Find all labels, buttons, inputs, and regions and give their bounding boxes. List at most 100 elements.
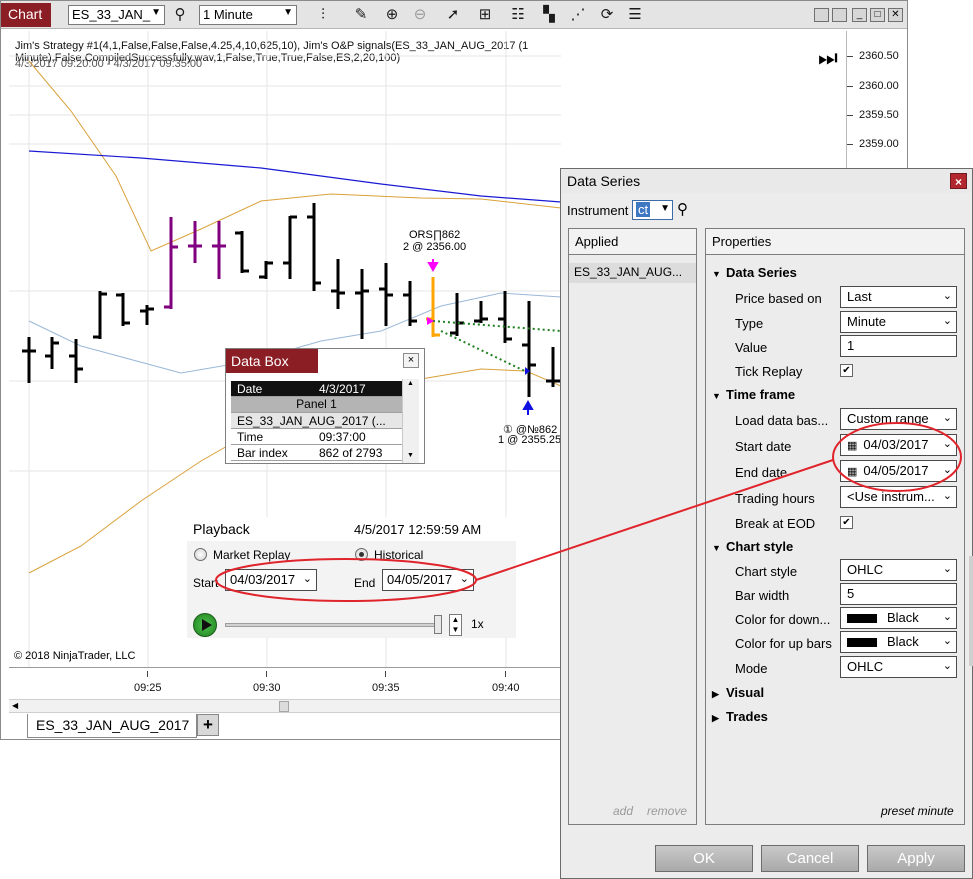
end-date-picker[interactable]: ▦ 04/05/2017 ⌄ <box>840 460 957 482</box>
minimize-icon[interactable]: _ <box>852 8 867 22</box>
section-chart-style[interactable]: ▼ Chart style <box>712 539 793 554</box>
chevron-down-icon: ▼ <box>660 203 670 214</box>
long-average-line <box>28 150 561 203</box>
chevron-down-icon: ⌄ <box>942 290 952 302</box>
expanded-icon: ▼ <box>712 391 721 401</box>
spin-up-icon[interactable]: ▲ <box>450 615 461 625</box>
chevron-down-icon: ⌄ <box>942 315 952 327</box>
select-value: 04/05/2017 <box>863 463 929 478</box>
section-visual[interactable]: ▶ Visual <box>712 685 764 700</box>
skip-to-end-icon[interactable]: ⏭ <box>818 45 838 71</box>
chart-style-select[interactable]: OHLC ⌄ <box>840 559 957 581</box>
playback-end-date[interactable]: 04/05/2017 ⌄ <box>382 569 474 591</box>
price-tick <box>847 86 853 87</box>
applied-panel: Applied ES_33_JAN_AUG... add remove <box>568 228 697 825</box>
time-tick <box>266 671 267 677</box>
applied-item[interactable]: ES_33_JAN_AUG... <box>569 263 696 283</box>
mode-select[interactable]: OHLC ⌄ <box>840 656 957 678</box>
section-time-frame[interactable]: ▼ Time frame <box>712 387 795 402</box>
tick-replay-checkbox[interactable]: ✔ <box>840 364 853 377</box>
type-select[interactable]: Minute ⌄ <box>840 311 957 333</box>
dialog-titlebar[interactable]: Data Series <box>561 169 972 193</box>
select-value: OHLC <box>847 562 884 577</box>
color-up-select[interactable]: Black ⌄ <box>840 631 957 653</box>
short-entry-arrow <box>427 259 439 273</box>
scrollbar-thumb[interactable] <box>279 701 289 712</box>
ok-button[interactable]: OK <box>655 845 753 872</box>
maximize-icon[interactable]: □ <box>870 8 885 22</box>
apply-button[interactable]: Apply <box>867 845 965 872</box>
preset-link[interactable]: preset minute <box>881 804 954 818</box>
remove-link[interactable]: remove <box>647 804 687 818</box>
ohlc-bar <box>403 281 417 326</box>
scroll-left-icon[interactable]: ◀ <box>12 701 18 710</box>
tile-icon[interactable] <box>814 8 829 22</box>
chevron-down-icon: ⌄ <box>942 611 952 623</box>
ors-signal-label: ORS∏862 <box>409 229 461 241</box>
market-replay-radio[interactable] <box>194 548 207 561</box>
close-icon[interactable]: × <box>403 353 419 368</box>
start-date-picker[interactable]: ▦ 04/03/2017 ⌄ <box>840 434 957 456</box>
prop-label-value: Value <box>735 340 768 355</box>
data-box-scrollbar[interactable]: ▲ ▼ <box>402 379 419 463</box>
prop-label-break-eod: Break at EOD <box>735 516 816 531</box>
properties-header: Properties <box>706 229 964 255</box>
instrument-input[interactable]: ct ▼ <box>632 200 673 220</box>
prop-label-tick-replay: Tick Replay <box>735 364 803 379</box>
add-link[interactable]: add <box>613 804 633 818</box>
time-label: 09:25 <box>134 682 162 694</box>
section-trades[interactable]: ▶ Trades <box>712 709 768 724</box>
properties-icon[interactable]: ☰ <box>624 5 646 25</box>
row-value: 09:37:00 <box>319 430 366 444</box>
section-data-series[interactable]: ▼ Data Series <box>712 265 797 280</box>
instrument-input-value: ct <box>636 202 651 217</box>
data-box-row: ES_33_JAN_AUG_2017 (... <box>231 413 402 429</box>
ohlc-bar <box>235 231 249 273</box>
tile-icon[interactable] <box>832 8 847 22</box>
color-down-select[interactable]: Black ⌄ <box>840 607 957 629</box>
expanded-icon: ▼ <box>712 543 721 553</box>
add-tab-button[interactable]: + <box>197 714 219 736</box>
close-icon[interactable]: ✕ <box>888 8 903 22</box>
playback-speed-thumb[interactable] <box>434 615 442 634</box>
chevron-down-icon: ⌄ <box>942 660 952 672</box>
speed-spinner[interactable]: ▲ ▼ <box>449 614 462 636</box>
play-button[interactable] <box>193 613 217 637</box>
expanded-icon: ▼ <box>712 269 721 279</box>
historical-radio[interactable] <box>355 548 368 561</box>
load-data-select[interactable]: Custom range ⌄ <box>840 408 957 430</box>
prop-label-end-date: End date <box>735 465 788 480</box>
data-box-row: Time 09:37:00 <box>231 429 402 445</box>
row-label: ES_33_JAN_AUG_2017 (... <box>237 414 386 428</box>
value-input[interactable]: 1 <box>840 335 957 357</box>
data-box-window: Data Box × Date 4/3/2017 Panel 1 ES_33_J… <box>225 348 425 464</box>
scroll-up-icon[interactable]: ▲ <box>407 380 414 387</box>
background-scrollbar <box>969 556 973 666</box>
ohlc-bar <box>22 337 36 383</box>
break-eod-checkbox[interactable]: ✔ <box>840 516 853 529</box>
ohlc-bar <box>164 217 178 309</box>
select-value: Black <box>887 610 919 625</box>
chevron-down-icon: ⌄ <box>302 573 312 585</box>
chevron-down-icon: ⌄ <box>459 573 469 585</box>
time-label: 09:40 <box>492 682 520 694</box>
reload-icon[interactable]: ⟳ <box>596 5 618 25</box>
close-icon[interactable]: × <box>950 173 967 189</box>
playback-speed-track[interactable] <box>225 623 439 627</box>
search-icon[interactable]: ⚲ <box>677 200 688 218</box>
bar-width-input[interactable]: 5 <box>840 583 957 605</box>
playback-start-date[interactable]: 04/03/2017 ⌄ <box>225 569 317 591</box>
data-series-dialog: Data Series × Instrument ct ▼ ⚲ Applied E… <box>560 168 973 879</box>
indicators-icon[interactable]: ⋰ <box>567 5 589 25</box>
spin-down-icon[interactable]: ▼ <box>450 625 461 635</box>
color-swatch <box>847 638 877 648</box>
data-box-title[interactable]: Data Box <box>226 349 318 373</box>
section-label: Data Series <box>726 265 797 280</box>
price-based-on-select[interactable]: Last ⌄ <box>840 286 957 308</box>
cancel-button[interactable]: Cancel <box>761 845 859 872</box>
scroll-down-icon[interactable]: ▼ <box>407 452 414 459</box>
ohlc-bar <box>522 301 536 397</box>
collapsed-icon: ▶ <box>712 713 719 723</box>
instrument-tab[interactable]: ES_33_JAN_AUG_2017 <box>27 714 197 738</box>
trading-hours-select[interactable]: <Use instrum... ⌄ <box>840 486 957 508</box>
